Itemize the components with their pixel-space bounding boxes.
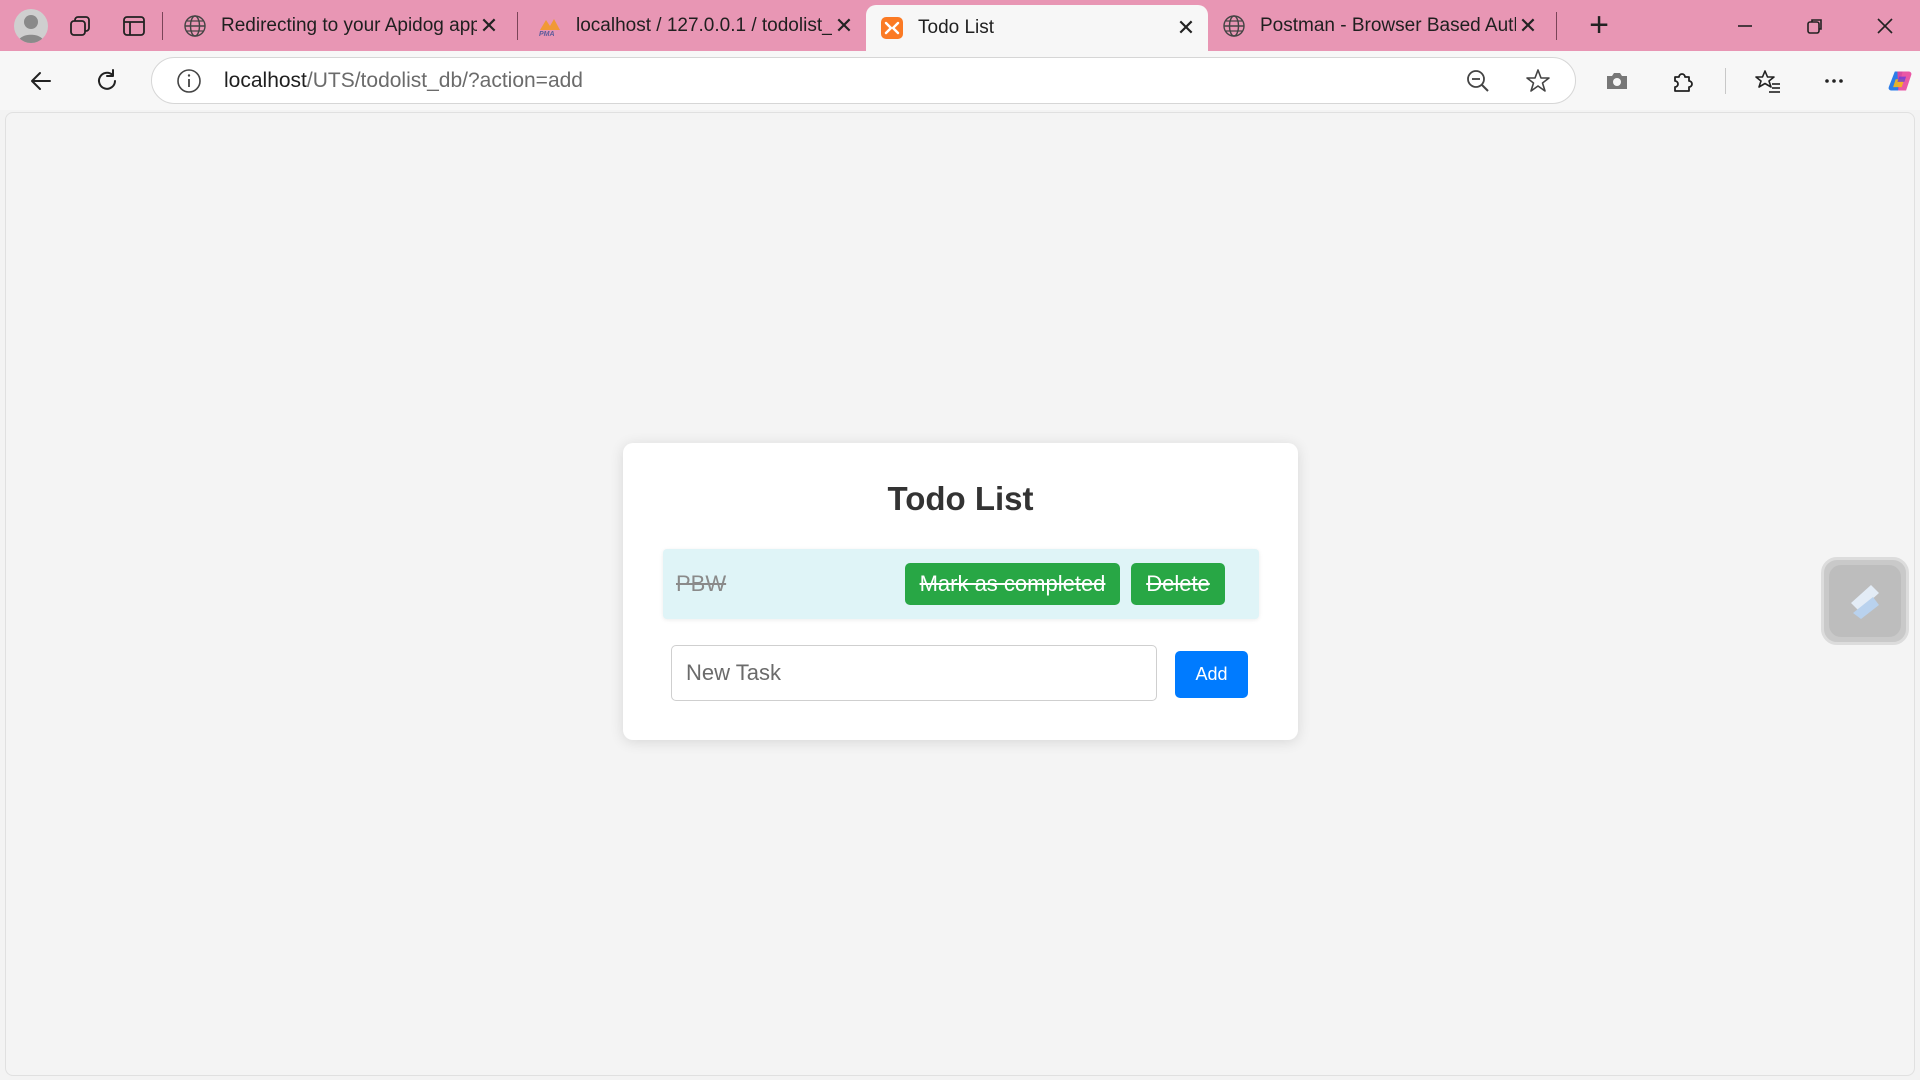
tab-apidog[interactable]: Redirecting to your Apidog app ✕: [169, 0, 511, 51]
tab-title: Todo List: [918, 17, 995, 38]
close-icon[interactable]: ✕: [832, 13, 856, 38]
refresh-icon: [98, 68, 116, 90]
tab-separator: [162, 11, 163, 40]
new-task-input[interactable]: [671, 645, 1157, 701]
profile-avatar[interactable]: [14, 8, 48, 43]
url-host: localhost: [224, 68, 307, 92]
favorite-button[interactable]: [1515, 61, 1561, 101]
ellipsis-icon: [1825, 78, 1843, 83]
back-arrow-icon: [31, 71, 51, 90]
close-icon: [1877, 17, 1893, 34]
floating-widget[interactable]: [1821, 557, 1909, 645]
tab-postman[interactable]: Postman - Browser Based Auth ✕: [1208, 0, 1550, 51]
xampp-icon: [880, 16, 904, 40]
workspaces-icon: [70, 15, 90, 36]
close-icon[interactable]: ✕: [1516, 13, 1540, 38]
favorites-button[interactable]: [1744, 58, 1792, 104]
tab-actions-icon: [123, 15, 145, 36]
favorites-list-icon: [1755, 69, 1780, 93]
new-tab-button[interactable]: +: [1577, 4, 1621, 48]
task-name: PBW: [676, 571, 727, 596]
svg-text:PMA: PMA: [539, 31, 555, 38]
tab-actions-button[interactable]: [112, 4, 156, 48]
tab-title: localhost / 127.0.0.1 / todolist_db: [576, 14, 832, 36]
more-menu-button[interactable]: [1810, 58, 1858, 104]
globe-icon: [183, 14, 207, 38]
phpmyadmin-icon: PMA: [538, 14, 562, 38]
browser-toolbar: localhost/UTS/todolist_db/?action=add: [0, 51, 1920, 110]
tab-phpmyadmin[interactable]: PMA localhost / 127.0.0.1 / todolist_db …: [524, 0, 866, 51]
star-icon: [1526, 68, 1550, 92]
close-window-button[interactable]: [1850, 0, 1920, 51]
zoom-out-icon: [1467, 69, 1489, 92]
refresh-button[interactable]: [84, 58, 130, 104]
tab-title: Postman - Browser Based Auth: [1260, 14, 1516, 36]
tab-separator: [517, 11, 518, 40]
close-icon[interactable]: ✕: [477, 13, 501, 38]
mark-completed-button[interactable]: Mark as completed: [905, 563, 1120, 605]
url-text[interactable]: localhost/UTS/todolist_db/?action=add: [224, 69, 583, 93]
restore-button[interactable]: [1780, 0, 1850, 51]
puzzle-icon: [1674, 72, 1693, 92]
delete-button[interactable]: Delete: [1131, 563, 1225, 605]
restore-icon: [1807, 18, 1822, 34]
minimize-button[interactable]: [1710, 0, 1780, 51]
toolbar-separator: [1725, 67, 1726, 94]
info-icon[interactable]: [176, 68, 202, 94]
workspaces-button[interactable]: [58, 4, 102, 48]
globe-icon: [1222, 14, 1246, 38]
minimize-icon: [1738, 24, 1752, 27]
copilot-button[interactable]: [1876, 58, 1920, 104]
floating-widget-inner: [1829, 565, 1901, 637]
address-bar[interactable]: localhost/UTS/todolist_db/?action=add: [151, 57, 1576, 104]
app-logo-icon: [1851, 585, 1879, 619]
copilot-icon: [1888, 70, 1912, 91]
todo-card: Todo List PBW Mark as completed Delete A…: [623, 443, 1298, 740]
url-path: /UTS/todolist_db/?action=add: [306, 68, 583, 92]
tab-todo-list[interactable]: Todo List ✕: [866, 5, 1208, 51]
page-title: Todo List: [887, 480, 1034, 517]
back-button[interactable]: [18, 58, 64, 104]
tab-strip: Redirecting to your Apidog app ✕ PMA loc…: [0, 0, 1920, 51]
task-item: PBW Mark as completed Delete: [663, 549, 1259, 619]
extensions-button[interactable]: [1659, 58, 1707, 104]
window-controls: [1710, 0, 1920, 51]
screenshot-button[interactable]: [1593, 58, 1641, 104]
tab-separator: [1556, 11, 1557, 40]
person-icon: [18, 14, 44, 43]
tab-title: Redirecting to your Apidog app: [221, 14, 477, 36]
camera-icon: [1607, 72, 1627, 89]
toolbar-right: [1593, 57, 1920, 104]
close-icon[interactable]: ✕: [1174, 15, 1198, 40]
zoom-out-button[interactable]: [1455, 61, 1501, 101]
add-button[interactable]: Add: [1175, 651, 1248, 698]
